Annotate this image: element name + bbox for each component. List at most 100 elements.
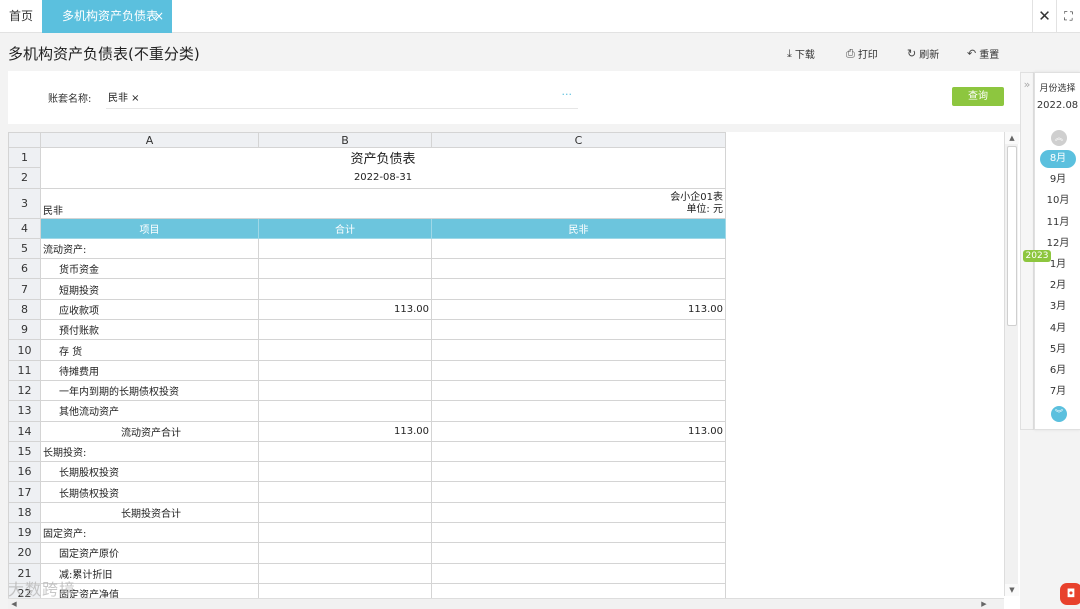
row-number[interactable]: 14 — [8, 420, 41, 442]
print-button[interactable]: ⎙ 打印 — [846, 46, 878, 62]
account-set-field[interactable]: 民非 × ··· — [106, 85, 578, 109]
org-cell[interactable] — [431, 562, 726, 584]
month-item[interactable]: 7月 — [1035, 383, 1080, 401]
total-cell[interactable] — [258, 501, 432, 524]
scroll-thumb[interactable] — [1007, 146, 1017, 326]
item-cell[interactable]: 流动资产: — [40, 237, 259, 260]
org-cell[interactable] — [431, 278, 726, 300]
org-cell[interactable] — [431, 440, 726, 463]
row-number[interactable]: 8 — [8, 298, 41, 321]
chevron-up-icon[interactable]: ︽ — [1051, 130, 1067, 146]
total-cell[interactable] — [258, 278, 432, 300]
total-cell[interactable] — [258, 481, 432, 503]
total-cell[interactable] — [258, 237, 432, 260]
month-item[interactable]: 9月 — [1035, 171, 1080, 189]
total-cell[interactable] — [258, 319, 432, 341]
org-cell[interactable] — [431, 400, 726, 422]
total-cell[interactable] — [258, 400, 432, 422]
org-cell[interactable] — [431, 542, 726, 564]
row-number[interactable]: 20 — [8, 542, 41, 564]
row-number[interactable]: 2 — [8, 167, 41, 189]
org-cell[interactable] — [431, 501, 726, 524]
month-item[interactable]: 11月 — [1035, 214, 1080, 232]
row-number[interactable]: 7 — [8, 278, 41, 300]
account-set-tag[interactable]: 民非 × — [108, 89, 140, 104]
tab-close-icon[interactable]: × — [154, 0, 164, 33]
row-number[interactable]: 15 — [8, 440, 41, 463]
column-header-c[interactable]: C — [431, 132, 726, 148]
total-cell[interactable] — [258, 542, 432, 564]
org-cell[interactable] — [431, 461, 726, 483]
item-cell[interactable]: 固定资产: — [40, 522, 259, 544]
org-cell[interactable]: 113.00 — [431, 298, 726, 321]
item-cell[interactable]: 应收款项 — [40, 298, 259, 321]
item-cell[interactable]: 存 货 — [40, 339, 259, 361]
row-number[interactable]: 9 — [8, 319, 41, 341]
reset-button[interactable]: ↶ 重置 — [967, 46, 999, 61]
total-cell[interactable] — [258, 440, 432, 463]
row-number[interactable]: 5 — [8, 237, 41, 260]
org-cell[interactable] — [431, 522, 726, 544]
spreadsheet[interactable]: A B C 1 资产负债表 2 2022-08-31 3 民非 会小企01表 单… — [8, 132, 1020, 609]
row-number[interactable]: 12 — [8, 379, 41, 402]
item-cell[interactable]: 长期股权投资 — [40, 461, 259, 483]
chat-icon[interactable]: ◘ — [1060, 583, 1080, 605]
total-cell[interactable]: 113.00 — [258, 298, 432, 321]
close-icon[interactable]: ✕ — [1032, 0, 1056, 33]
row-number[interactable]: 3 — [8, 187, 41, 219]
total-cell[interactable] — [258, 461, 432, 483]
vertical-scrollbar[interactable]: ▲ ▼ — [1004, 132, 1019, 596]
item-cell[interactable]: 货币资金 — [40, 258, 259, 280]
tab-multi-org-balance-sheet[interactable]: 多机构资产负债表 × — [42, 0, 172, 33]
scroll-up-icon[interactable]: ▲ — [1005, 132, 1019, 144]
row-number[interactable]: 11 — [8, 359, 41, 381]
org-cell[interactable] — [431, 379, 726, 402]
total-cell[interactable] — [258, 379, 432, 402]
total-cell[interactable] — [258, 359, 432, 381]
scroll-down-icon[interactable]: ▼ — [1005, 584, 1019, 596]
month-item[interactable]: 5月 — [1035, 341, 1080, 359]
item-cell[interactable]: 长期债权投资 — [40, 481, 259, 503]
month-item[interactable]: 10月 — [1035, 192, 1080, 210]
item-cell[interactable]: 其他流动资产 — [40, 400, 259, 422]
download-button[interactable]: ⤓ 下载 — [787, 46, 815, 62]
row-number[interactable]: 16 — [8, 461, 41, 483]
row-number[interactable]: 17 — [8, 481, 41, 503]
scroll-left-icon[interactable]: ◀ — [8, 599, 20, 609]
total-cell[interactable] — [258, 258, 432, 280]
org-cell[interactable] — [431, 481, 726, 503]
select-all-corner[interactable] — [8, 132, 41, 148]
scroll-right-icon[interactable]: ▶ — [978, 599, 990, 609]
item-cell[interactable]: 长期投资: — [40, 440, 259, 463]
horizontal-scrollbar[interactable]: ◀ ▶ — [8, 598, 1004, 609]
item-cell[interactable]: 预付账款 — [40, 319, 259, 341]
column-header-a[interactable]: A — [40, 132, 259, 148]
more-icon[interactable]: ··· — [562, 88, 573, 101]
item-cell[interactable]: 流动资产合计 — [40, 420, 259, 442]
item-cell[interactable]: 待摊费用 — [40, 359, 259, 381]
org-cell[interactable]: 113.00 — [431, 420, 726, 442]
month-item[interactable]: 4月 — [1035, 320, 1080, 338]
refresh-button[interactable]: ↻ 刷新 — [907, 46, 939, 61]
row-number[interactable]: 13 — [8, 400, 41, 422]
org-cell[interactable] — [431, 359, 726, 381]
total-cell[interactable] — [258, 522, 432, 544]
query-button[interactable]: 查询 — [952, 87, 1004, 106]
month-item[interactable]: 3月 — [1035, 298, 1080, 316]
chevron-down-icon[interactable]: ︾ — [1051, 406, 1067, 422]
org-cell[interactable] — [431, 237, 726, 260]
org-cell[interactable] — [431, 258, 726, 280]
item-cell[interactable]: 短期投资 — [40, 278, 259, 300]
item-cell[interactable]: 固定资产原价 — [40, 542, 259, 564]
row-number[interactable]: 10 — [8, 339, 41, 361]
item-cell[interactable]: 一年内到期的长期债权投资 — [40, 379, 259, 402]
row-number[interactable]: 18 — [8, 501, 41, 524]
total-cell[interactable] — [258, 339, 432, 361]
org-cell[interactable] — [431, 339, 726, 361]
column-header-b[interactable]: B — [258, 132, 432, 148]
total-cell[interactable] — [258, 562, 432, 584]
tab-home[interactable]: 首页 — [0, 0, 42, 33]
month-item[interactable]: 2月 — [1035, 277, 1080, 295]
row-number[interactable]: 1 — [8, 146, 41, 169]
row-number[interactable]: 19 — [8, 522, 41, 544]
